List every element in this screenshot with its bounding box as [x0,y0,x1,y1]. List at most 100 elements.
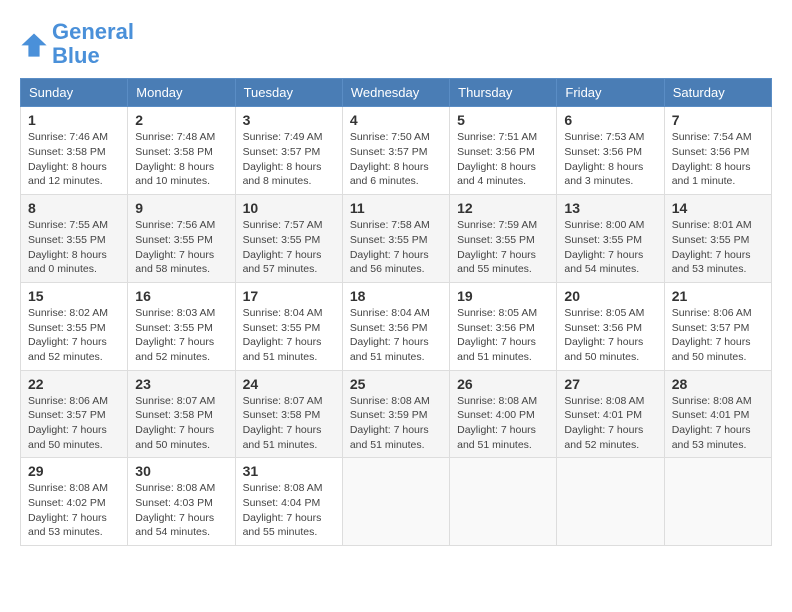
day-number: 7 [672,112,764,128]
day-info: Sunrise: 7:56 AMSunset: 3:55 PMDaylight:… [135,218,227,277]
calendar-body: 1 Sunrise: 7:46 AMSunset: 3:58 PMDaylight… [21,107,772,546]
calendar-cell: 30 Sunrise: 8:08 AMSunset: 4:03 PMDayligh… [128,458,235,546]
day-number: 27 [564,376,656,392]
calendar-cell: 6 Sunrise: 7:53 AMSunset: 3:56 PMDaylight… [557,107,664,195]
calendar-cell: 1 Sunrise: 7:46 AMSunset: 3:58 PMDaylight… [21,107,128,195]
day-number: 17 [243,288,335,304]
day-number: 30 [135,463,227,479]
day-info: Sunrise: 8:08 AMSunset: 4:03 PMDaylight:… [135,481,227,540]
day-number: 3 [243,112,335,128]
day-number: 20 [564,288,656,304]
calendar-cell [342,458,449,546]
day-info: Sunrise: 7:46 AMSunset: 3:58 PMDaylight:… [28,130,120,189]
day-number: 6 [564,112,656,128]
day-info: Sunrise: 7:50 AMSunset: 3:57 PMDaylight:… [350,130,442,189]
day-number: 19 [457,288,549,304]
calendar-cell: 18 Sunrise: 8:04 AMSunset: 3:56 PMDayligh… [342,282,449,370]
day-info: Sunrise: 8:06 AMSunset: 3:57 PMDaylight:… [672,306,764,365]
day-number: 25 [350,376,442,392]
calendar-cell: 19 Sunrise: 8:05 AMSunset: 3:56 PMDayligh… [450,282,557,370]
calendar-cell: 28 Sunrise: 8:08 AMSunset: 4:01 PMDayligh… [664,370,771,458]
day-number: 16 [135,288,227,304]
day-number: 4 [350,112,442,128]
day-info: Sunrise: 8:08 AMSunset: 4:01 PMDaylight:… [672,394,764,453]
weekday-header-row: SundayMondayTuesdayWednesdayThursdayFrid… [21,79,772,107]
day-number: 10 [243,200,335,216]
weekday-header-wednesday: Wednesday [342,79,449,107]
calendar-cell: 22Sunrise: 8:06 AMSunset: 3:57 PMDayligh… [21,370,128,458]
calendar-week-4: 22Sunrise: 8:06 AMSunset: 3:57 PMDayligh… [21,370,772,458]
calendar-table: SundayMondayTuesdayWednesdayThursdayFrid… [20,78,772,546]
calendar-cell: 4 Sunrise: 7:50 AMSunset: 3:57 PMDaylight… [342,107,449,195]
calendar-cell: 13Sunrise: 8:00 AMSunset: 3:55 PMDayligh… [557,195,664,283]
day-info: Sunrise: 8:07 AMSunset: 3:58 PMDaylight:… [243,394,335,453]
logo-text: GeneralBlue [52,20,134,68]
calendar-cell [450,458,557,546]
day-info: Sunrise: 7:51 AMSunset: 3:56 PMDaylight:… [457,130,549,189]
calendar-cell: 24 Sunrise: 8:07 AMSunset: 3:58 PMDayligh… [235,370,342,458]
day-info: Sunrise: 7:49 AMSunset: 3:57 PMDaylight:… [243,130,335,189]
day-info: Sunrise: 8:08 AMSunset: 3:59 PMDaylight:… [350,394,442,453]
calendar-cell: 29 Sunrise: 8:08 AMSunset: 4:02 PMDayligh… [21,458,128,546]
day-info: Sunrise: 7:53 AMSunset: 3:56 PMDaylight:… [564,130,656,189]
day-number: 31 [243,463,335,479]
day-number: 9 [135,200,227,216]
calendar-cell: 17 Sunrise: 8:04 AMSunset: 3:55 PMDayligh… [235,282,342,370]
weekday-header-saturday: Saturday [664,79,771,107]
calendar-cell: 10 Sunrise: 7:57 AMSunset: 3:55 PMDayligh… [235,195,342,283]
day-info: Sunrise: 8:03 AMSunset: 3:55 PMDaylight:… [135,306,227,365]
calendar-cell: 20 Sunrise: 8:05 AMSunset: 3:56 PMDayligh… [557,282,664,370]
calendar-cell: 8 Sunrise: 7:55 AMSunset: 3:55 PMDaylight… [21,195,128,283]
day-number: 12 [457,200,549,216]
day-number: 5 [457,112,549,128]
day-number: 2 [135,112,227,128]
day-info: Sunrise: 8:04 AMSunset: 3:55 PMDaylight:… [243,306,335,365]
calendar-cell: 14Sunrise: 8:01 AMSunset: 3:55 PMDayligh… [664,195,771,283]
day-number: 11 [350,200,442,216]
weekday-header-tuesday: Tuesday [235,79,342,107]
day-number: 15 [28,288,120,304]
day-number: 24 [243,376,335,392]
day-info: Sunrise: 7:48 AMSunset: 3:58 PMDaylight:… [135,130,227,189]
day-info: Sunrise: 8:00 AMSunset: 3:55 PMDaylight:… [564,218,656,277]
weekday-header-friday: Friday [557,79,664,107]
day-info: Sunrise: 8:08 AMSunset: 4:00 PMDaylight:… [457,394,549,453]
day-info: Sunrise: 8:01 AMSunset: 3:55 PMDaylight:… [672,218,764,277]
day-number: 8 [28,200,120,216]
day-number: 18 [350,288,442,304]
calendar-week-3: 15 Sunrise: 8:02 AMSunset: 3:55 PMDayligh… [21,282,772,370]
day-info: Sunrise: 8:07 AMSunset: 3:58 PMDaylight:… [135,394,227,453]
calendar-cell: 31 Sunrise: 8:08 AMSunset: 4:04 PMDayligh… [235,458,342,546]
day-info: Sunrise: 8:02 AMSunset: 3:55 PMDaylight:… [28,306,120,365]
calendar-cell: 5 Sunrise: 7:51 AMSunset: 3:56 PMDaylight… [450,107,557,195]
day-info: Sunrise: 7:57 AMSunset: 3:55 PMDaylight:… [243,218,335,277]
day-info: Sunrise: 8:05 AMSunset: 3:56 PMDaylight:… [457,306,549,365]
day-info: Sunrise: 8:08 AMSunset: 4:01 PMDaylight:… [564,394,656,453]
calendar-cell: 23 Sunrise: 8:07 AMSunset: 3:58 PMDayligh… [128,370,235,458]
calendar-cell: 3 Sunrise: 7:49 AMSunset: 3:57 PMDaylight… [235,107,342,195]
day-info: Sunrise: 8:05 AMSunset: 3:56 PMDaylight:… [564,306,656,365]
weekday-header-sunday: Sunday [21,79,128,107]
day-number: 1 [28,112,120,128]
calendar-cell: 7 Sunrise: 7:54 AMSunset: 3:56 PMDaylight… [664,107,771,195]
calendar-cell: 27 Sunrise: 8:08 AMSunset: 4:01 PMDayligh… [557,370,664,458]
day-info: Sunrise: 8:08 AMSunset: 4:04 PMDaylight:… [243,481,335,540]
page-header: GeneralBlue [20,20,772,68]
calendar-cell [664,458,771,546]
day-info: Sunrise: 7:55 AMSunset: 3:55 PMDaylight:… [28,218,120,277]
calendar-cell: 21Sunrise: 8:06 AMSunset: 3:57 PMDayligh… [664,282,771,370]
day-info: Sunrise: 7:58 AMSunset: 3:55 PMDaylight:… [350,218,442,277]
logo-icon [20,30,48,58]
day-info: Sunrise: 8:06 AMSunset: 3:57 PMDaylight:… [28,394,120,453]
calendar-cell: 15 Sunrise: 8:02 AMSunset: 3:55 PMDayligh… [21,282,128,370]
day-info: Sunrise: 8:04 AMSunset: 3:56 PMDaylight:… [350,306,442,365]
day-number: 28 [672,376,764,392]
day-number: 23 [135,376,227,392]
day-info: Sunrise: 7:54 AMSunset: 3:56 PMDaylight:… [672,130,764,189]
day-number: 29 [28,463,120,479]
calendar-week-2: 8 Sunrise: 7:55 AMSunset: 3:55 PMDaylight… [21,195,772,283]
calendar-cell: 16 Sunrise: 8:03 AMSunset: 3:55 PMDayligh… [128,282,235,370]
calendar-cell [557,458,664,546]
logo: GeneralBlue [20,20,134,68]
day-info: Sunrise: 8:08 AMSunset: 4:02 PMDaylight:… [28,481,120,540]
